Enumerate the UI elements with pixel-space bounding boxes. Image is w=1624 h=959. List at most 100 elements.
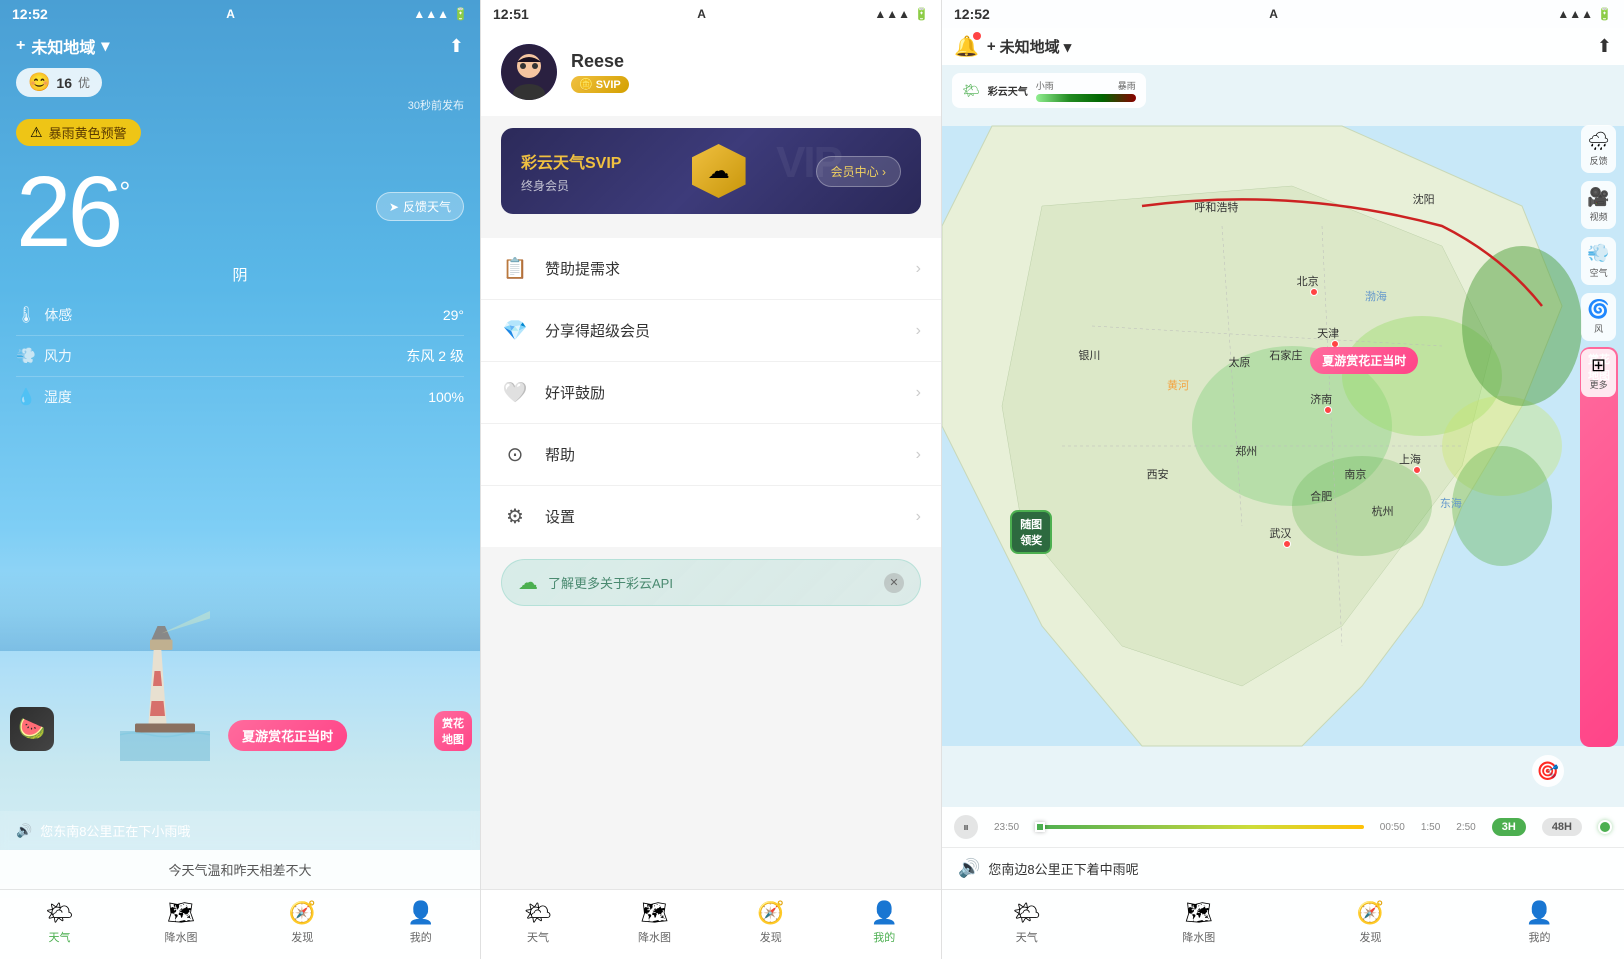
- weather-nav-label-3: 天气: [1016, 929, 1038, 945]
- sponsor-arrow: ›: [916, 260, 921, 278]
- discover-nav-label: 发现: [291, 929, 313, 945]
- nav-profile-1[interactable]: 👤 我的: [399, 896, 442, 949]
- weather-panel: 12:52 A ▲▲▲ 🔋 + 未知地域 ▾ ⬆ 😊 16 优 30秒前发布 ⚠…: [0, 0, 480, 959]
- watermelon-app-icon[interactable]: 🍉: [10, 707, 54, 751]
- nav-profile-2[interactable]: 👤 我的: [863, 896, 906, 949]
- add-icon[interactable]: +: [16, 37, 25, 55]
- api-banner[interactable]: ☁ 了解更多关于彩云API ✕: [501, 559, 921, 606]
- map-location[interactable]: + 未知地域 ▾: [987, 36, 1071, 57]
- nav-weather-2[interactable]: 🌤 天气: [516, 896, 560, 949]
- status-icons-2: ▲▲▲ 🔋: [874, 7, 929, 21]
- air-tool-icon: 💨: [1587, 243, 1609, 264]
- weather-nav-icon-3: 🌤: [1013, 900, 1041, 926]
- settings-label: 设置: [545, 506, 900, 527]
- feedback-tool[interactable]: 🌧 反馈: [1581, 125, 1616, 173]
- nav-discover-3[interactable]: 🧭 发现: [1349, 896, 1392, 949]
- air-tool[interactable]: 💨 空气: [1581, 237, 1616, 285]
- vip-hex-badge: ☁: [692, 144, 746, 198]
- map-area[interactable]: 🌤 彩云天气 小雨 暴雨 🌧 反馈 🎥 视频 💨 空气: [942, 65, 1624, 807]
- nav-rain-2[interactable]: 🗺 降水图: [630, 896, 679, 949]
- feedback-button[interactable]: ➤ 反馈天气: [376, 192, 464, 221]
- nav-profile-3[interactable]: 👤 我的: [1518, 896, 1561, 949]
- promo-right-map[interactable]: 赏花 地图: [1580, 347, 1618, 747]
- legend-scale: 小雨 暴雨: [1036, 79, 1136, 102]
- timeline-3h-button[interactable]: 3H: [1492, 818, 1526, 836]
- help-label: 帮助: [545, 444, 900, 465]
- menu-item-share[interactable]: 💎 分享得超级会员 ›: [481, 300, 941, 362]
- nav-weather-3[interactable]: 🌤 天气: [1005, 896, 1049, 949]
- weather-stats: 🌡 体感 29° 💨 风力 东风 2 级 💧 湿度 100%: [0, 295, 480, 417]
- publish-timestamp: 30秒前发布: [0, 97, 480, 113]
- map-share-icon[interactable]: ⬆: [1597, 36, 1612, 57]
- menu-item-sponsor[interactable]: 📋 赞助提需求 ›: [481, 238, 941, 300]
- timeline-bar[interactable]: [1035, 825, 1364, 829]
- share-icon[interactable]: ⬆: [449, 36, 464, 57]
- timeline-play-button[interactable]: ⏸: [954, 815, 978, 839]
- promo-map-banner[interactable]: 夏游赏花正当时: [1310, 347, 1418, 374]
- signal-icon: ▲▲▲: [413, 7, 449, 21]
- rain-nav-icon: 🗺: [167, 900, 195, 926]
- more-tool[interactable]: ⊞ 更多: [1581, 349, 1616, 397]
- nav-discover-1[interactable]: 🧭 发现: [281, 896, 324, 949]
- status-bar-profile: 12:51 A ▲▲▲ 🔋: [481, 0, 941, 28]
- share-arrow: ›: [916, 322, 921, 340]
- promo-right-badge-1[interactable]: 赏花 地图: [434, 711, 472, 751]
- coin-icon: 🪙: [579, 78, 593, 91]
- menu-item-settings[interactable]: ⚙ 设置 ›: [481, 486, 941, 547]
- battery-icon: 🔋: [453, 7, 468, 21]
- promo-banner-1[interactable]: 夏游赏花正当时: [228, 720, 347, 751]
- map-location-arrow: ▾: [1064, 38, 1072, 56]
- city-shenyang: 沈阳: [1413, 191, 1435, 207]
- timeline-time-2: 00:50: [1380, 822, 1405, 833]
- api-close-button[interactable]: ✕: [884, 573, 904, 593]
- city-tianjin: 天津: [1317, 325, 1339, 341]
- bottom-nav-1: 🌤 天气 🗺 降水图 🧭 发现 👤 我的: [0, 889, 480, 959]
- rain-nav-label-2: 降水图: [638, 929, 671, 945]
- location-center-button[interactable]: 🎯: [1532, 755, 1564, 787]
- profile-nav-icon-2: 👤: [871, 900, 898, 926]
- warning-icon: ⚠: [30, 124, 43, 141]
- status-bar-weather: 12:52 A ▲▲▲ 🔋: [0, 0, 480, 28]
- weather-nav-icon: 🌤: [46, 900, 74, 926]
- nav-rain-3[interactable]: 🗺 降水图: [1174, 896, 1223, 949]
- weather-summary: 今天气温和昨天相差不大: [0, 850, 480, 889]
- water-background: [0, 571, 480, 651]
- nav-weather-1[interactable]: 🌤 天气: [38, 896, 82, 949]
- shanghai-dot: [1413, 466, 1421, 474]
- menu-item-rate[interactable]: 🤍 好评鼓励 ›: [481, 362, 941, 424]
- wind-tool[interactable]: 🌀 风: [1581, 293, 1616, 341]
- lighthouse-section: 🍉 夏游赏花正当时 赏花 地图: [0, 417, 480, 811]
- city-shanghai: 上海: [1399, 451, 1421, 467]
- username: Reese: [571, 51, 921, 72]
- city-donghai: 东海: [1440, 495, 1462, 511]
- timeline-cursor[interactable]: [1035, 822, 1045, 832]
- profile-info: Reese 🪙 SVIP: [571, 51, 921, 93]
- video-tool[interactable]: 🎥 视频: [1581, 181, 1616, 229]
- more-tool-icon: ⊞: [1591, 355, 1606, 376]
- location-bar[interactable]: + 未知地域 ▾: [16, 34, 109, 58]
- city-shijiazhuang: 石家庄: [1269, 347, 1302, 363]
- menu-item-help[interactable]: ⊙ 帮助 ›: [481, 424, 941, 486]
- nav-rain-1[interactable]: 🗺 降水图: [157, 896, 206, 949]
- feedback-label: 反馈天气: [403, 198, 451, 215]
- aqi-emoji: 😊: [28, 72, 50, 93]
- city-taiyuan: 太原: [1228, 354, 1250, 370]
- video-tool-icon: 🎥: [1587, 187, 1609, 208]
- reward-badge[interactable]: 随图 领奖: [1010, 510, 1052, 554]
- brand-name: 彩云天气: [988, 83, 1028, 98]
- vip-card[interactable]: VIP 彩云天气SVIP 终身会员 ☁ 会员中心 ›: [501, 128, 921, 214]
- signal-icon-2: ▲▲▲: [874, 7, 910, 21]
- nav-discover-2[interactable]: 🧭 发现: [749, 896, 792, 949]
- weather-nav-label: 天气: [49, 929, 71, 945]
- rain-notification: 🔊 您东南8公里正在下小雨哦: [0, 811, 480, 850]
- feels-like-label: 体感: [44, 305, 443, 325]
- city-hefei: 合肥: [1310, 488, 1332, 504]
- wind-tool-icon: 🌀: [1587, 299, 1609, 320]
- discover-nav-icon-2: 🧭: [757, 900, 784, 926]
- notification-bell[interactable]: 🔔: [954, 34, 979, 59]
- api-text: 了解更多关于彩云API: [548, 573, 874, 592]
- timeline-48h-button[interactable]: 48H: [1542, 818, 1582, 836]
- rain-nav-icon-3: 🗺: [1185, 900, 1213, 926]
- city-hangzhou: 杭州: [1372, 503, 1394, 519]
- top-bar: + 未知地域 ▾ ⬆: [0, 28, 480, 64]
